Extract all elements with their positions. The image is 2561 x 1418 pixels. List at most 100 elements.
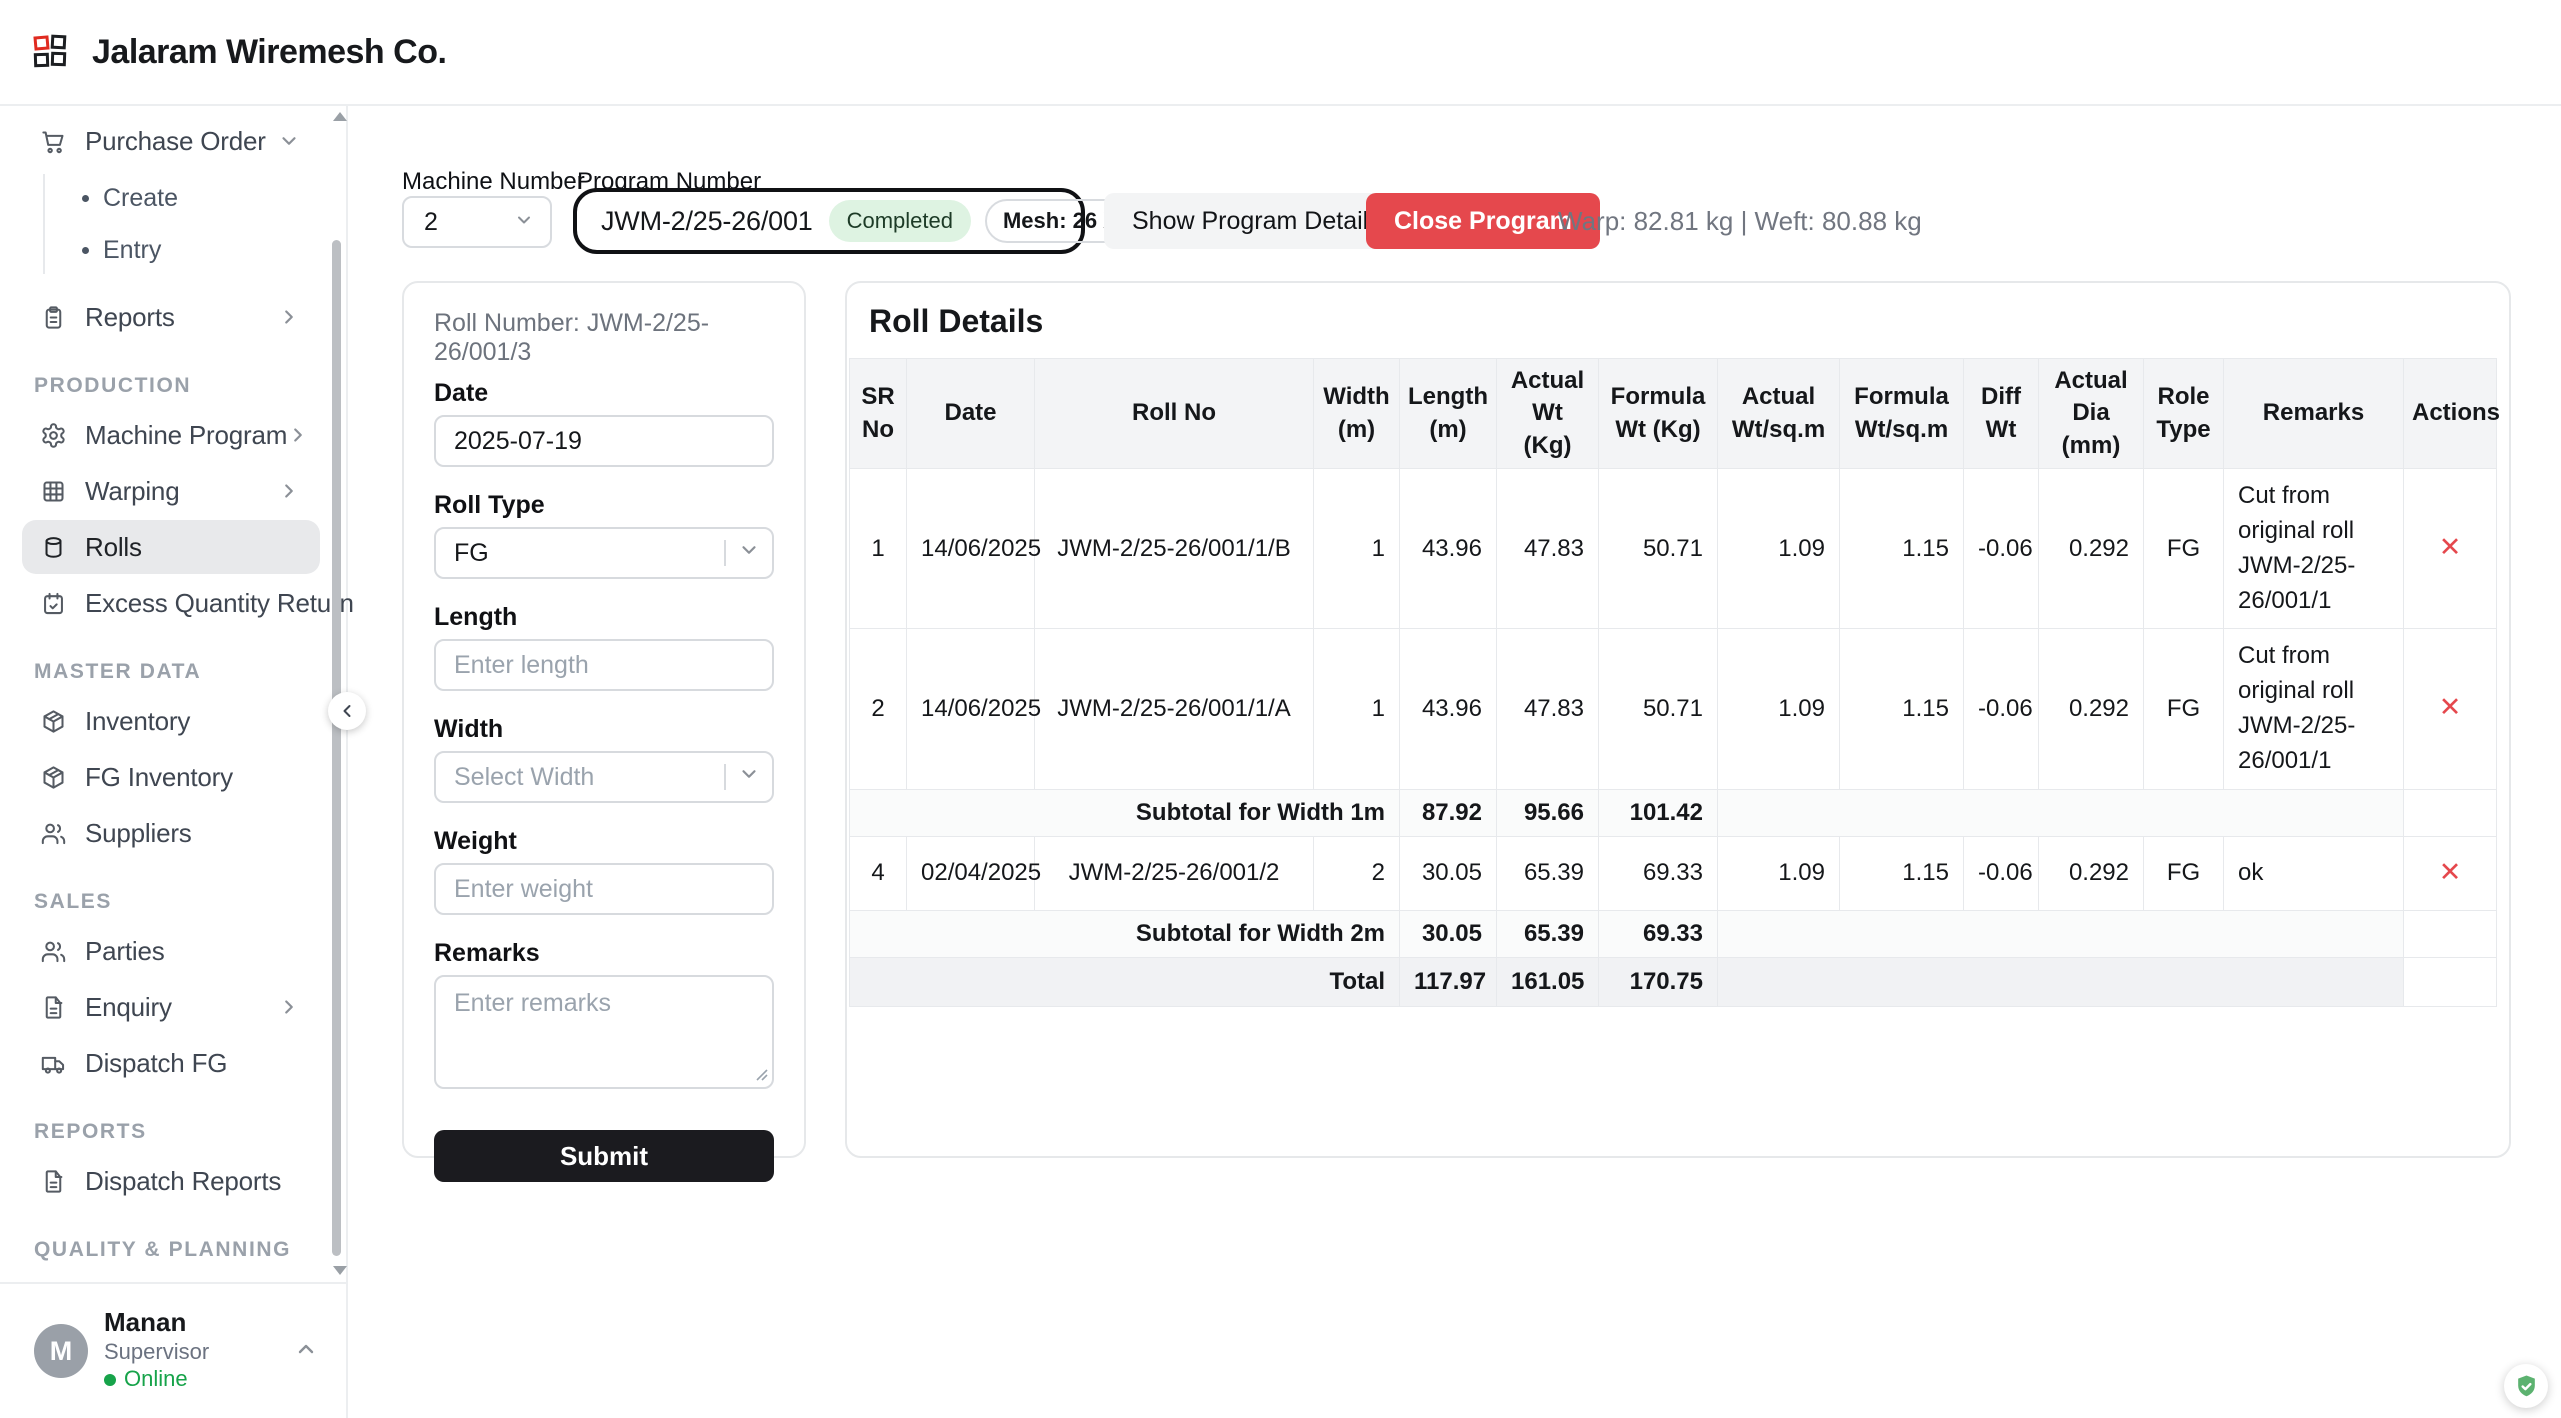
width-label: Width <box>434 715 774 745</box>
summary-label: Subtotal for Width 2m <box>850 910 1400 957</box>
width-placeholder: Select Width <box>454 763 594 792</box>
sidebar-item-dispatch-fg[interactable]: Dispatch FG <box>0 1036 320 1090</box>
cell-formula_wt: 50.71 <box>1599 629 1718 789</box>
cell-length: 30.05 <box>1400 836 1497 910</box>
sidebar-item-excess-quantity-return[interactable]: Excess Quantity Return <box>0 576 320 630</box>
bullet-icon <box>82 195 89 202</box>
summary-fill <box>1718 910 2404 957</box>
cell-sr: 1 <box>850 469 907 629</box>
select-divider <box>724 764 726 790</box>
sidebar-item-parties[interactable]: Parties <box>0 924 320 978</box>
column-header: Actions <box>2404 359 2497 469</box>
avatar: M <box>34 1324 88 1378</box>
user-role: Supervisor <box>104 1338 209 1366</box>
chevron-down-icon <box>738 539 760 568</box>
delete-roll-button[interactable]: ✕ <box>2439 694 2462 721</box>
user-profile[interactable]: M Manan Supervisor Online <box>0 1282 346 1418</box>
cell-diff_wt: -0.06 <box>1964 629 2039 789</box>
remarks-textarea[interactable] <box>434 975 774 1089</box>
roll-details-card: Roll Details SR NoDateRoll NoWidth (m)Le… <box>845 281 2511 1158</box>
summary-fill <box>1718 789 2404 836</box>
program-number-select[interactable]: JWM-2/25-26/001 Completed Mesh: 26 X 26 <box>573 188 1085 254</box>
chevron-right-icon <box>278 306 300 328</box>
column-header: Actual Dia (mm) <box>2039 359 2144 469</box>
sidebar-collapse-button[interactable] <box>328 692 366 730</box>
column-header: SR No <box>850 359 907 469</box>
length-input[interactable] <box>434 639 774 691</box>
roll-type-value: FG <box>454 539 489 568</box>
remarks-label: Remarks <box>434 939 774 969</box>
cell-actual_dia: 0.292 <box>2039 629 2144 789</box>
roll-type-select[interactable]: FG <box>434 527 774 579</box>
sidebar-item-label: Reports <box>85 302 175 333</box>
select-divider <box>724 540 726 566</box>
summary-label: Subtotal for Width 1m <box>850 789 1400 836</box>
sidebar-item-label: Dispatch Reports <box>85 1166 281 1197</box>
machine-number-select[interactable]: 2 <box>402 196 552 248</box>
column-header: Date <box>907 359 1035 469</box>
roll-number-text: Roll Number: JWM-2/25-26/001/3 <box>434 309 774 339</box>
column-header: Roll No <box>1035 359 1314 469</box>
summary-formula_wt: 69.33 <box>1599 910 1718 957</box>
sidebar-item-inventory[interactable]: Inventory <box>0 694 320 748</box>
chevron-down-icon <box>514 208 534 237</box>
cell-actual_wt: 47.83 <box>1497 469 1599 629</box>
sidebar-item-rolls[interactable]: Rolls <box>22 520 320 574</box>
cell-formula_wt_sqm: 1.15 <box>1840 469 1964 629</box>
delete-roll-button[interactable]: ✕ <box>2439 859 2462 886</box>
column-header: Length (m) <box>1400 359 1497 469</box>
show-program-details-button[interactable]: Show Program Details <box>1104 193 1409 249</box>
cell-width: 1 <box>1314 629 1400 789</box>
cell-roll_no: JWM-2/25-26/001/1/B <box>1035 469 1314 629</box>
sidebar-item-warping[interactable]: Warping <box>0 464 320 518</box>
purchase-order-submenu: Create Entry <box>0 172 330 276</box>
submit-button[interactable]: Submit <box>434 1130 774 1182</box>
scrollbar-down-arrow[interactable] <box>333 1266 347 1275</box>
column-header: Diff Wt <box>1964 359 2039 469</box>
cell-formula_wt: 69.33 <box>1599 836 1718 910</box>
sidebar-item-label: Dispatch FG <box>85 1048 227 1079</box>
cell-remarks: Cut from original roll JWM-2/25-26/001/1 <box>2224 469 2404 629</box>
cell-role_type: FG <box>2144 469 2224 629</box>
warp-weft-summary: Warp: 82.81 kg | Weft: 80.88 kg <box>1558 206 1922 237</box>
sidebar-item-suppliers[interactable]: Suppliers <box>0 806 320 860</box>
users-icon <box>40 938 67 965</box>
chevron-down-icon <box>738 763 760 792</box>
scrollbar-up-arrow[interactable] <box>333 112 347 121</box>
sidebar-item-enquiry[interactable]: Enquiry <box>0 980 320 1034</box>
cell-formula_wt_sqm: 1.15 <box>1840 836 1964 910</box>
sidebar-item-label: Inventory <box>85 706 190 737</box>
summary-length: 87.92 <box>1400 789 1497 836</box>
top-header: Jalaram Wiremesh Co. <box>0 0 2561 106</box>
date-input[interactable] <box>434 415 774 467</box>
chevron-down-icon <box>278 130 300 152</box>
sidebar-section-master-data: MASTER DATA <box>0 660 330 684</box>
width-select[interactable]: Select Width <box>434 751 774 803</box>
cell-actual_wt_sqm: 1.09 <box>1718 469 1840 629</box>
users-icon <box>40 820 67 847</box>
sidebar-item-machine-program[interactable]: Machine Program <box>0 408 320 462</box>
weight-input[interactable] <box>434 863 774 915</box>
sidebar-item-dispatch-reports[interactable]: Dispatch Reports <box>0 1154 320 1208</box>
date-label: Date <box>434 379 774 409</box>
column-header: Actual Wt/sq.m <box>1718 359 1840 469</box>
online-dot-icon <box>104 1374 116 1386</box>
cell-actual_dia: 0.292 <box>2039 836 2144 910</box>
chevron-right-icon <box>278 480 300 502</box>
sidebar-subitem-entry[interactable]: Entry <box>42 224 330 276</box>
machine-number-label: Machine Number <box>402 168 585 196</box>
cell-date: 02/04/2025 <box>907 836 1035 910</box>
cell-actual_wt: 65.39 <box>1497 836 1599 910</box>
sidebar-subitem-create[interactable]: Create <box>42 172 330 224</box>
roll-details-title: Roll Details <box>869 303 2509 340</box>
sidebar-item-fg-inventory[interactable]: FG Inventory <box>0 750 320 804</box>
cell-length: 43.96 <box>1400 469 1497 629</box>
subtotal-row: Subtotal for Width 2m30.0565.3969.33 <box>850 910 2497 957</box>
column-header: Width (m) <box>1314 359 1400 469</box>
sidebar-item-purchase-order[interactable]: Purchase Order <box>0 114 320 168</box>
company-logo-icon <box>34 35 68 69</box>
sidebar-scrollbar[interactable] <box>332 240 341 1256</box>
sidebar-item-reports[interactable]: Reports <box>0 290 320 344</box>
shield-check-badge[interactable] <box>2504 1364 2548 1408</box>
delete-roll-button[interactable]: ✕ <box>2439 534 2462 561</box>
